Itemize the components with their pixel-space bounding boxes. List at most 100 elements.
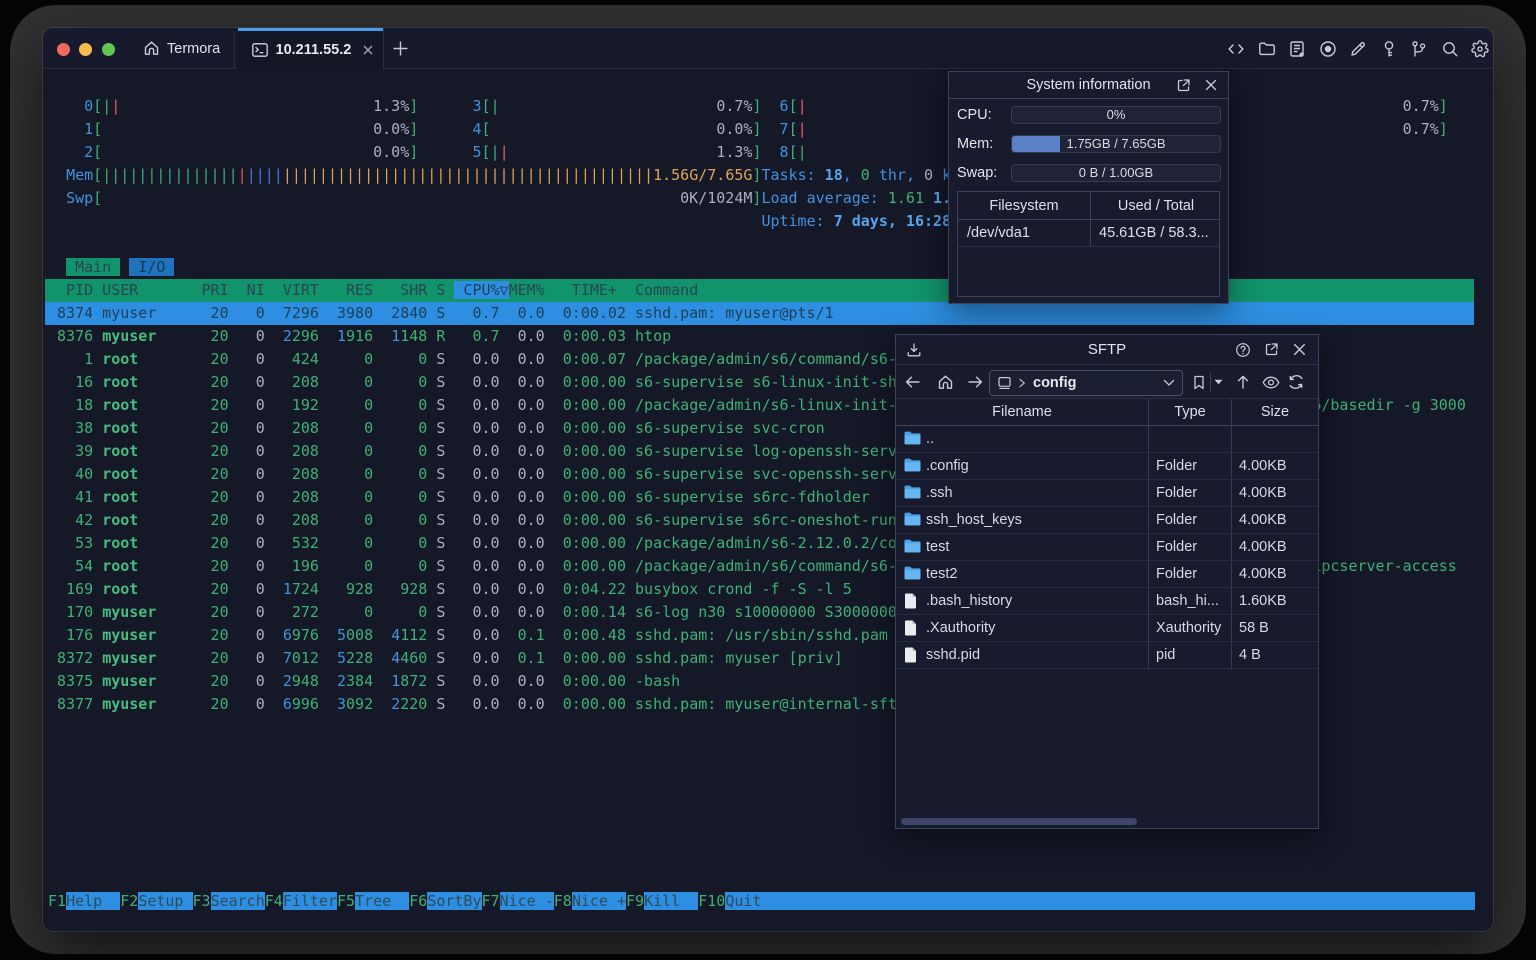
upload-icon[interactable] <box>1235 374 1251 390</box>
bookmark-dropdown-icon[interactable] <box>1214 379 1223 385</box>
show-hidden-icon[interactable] <box>1262 376 1280 389</box>
terminal-line: 8374 myuser 20 0 7296 3980 2840 S 0.7 0.… <box>45 302 1474 325</box>
log-icon[interactable] <box>1288 40 1306 58</box>
file-size: 58 B <box>1239 620 1269 636</box>
file-icon <box>904 593 917 614</box>
file-icon <box>904 647 917 668</box>
home-icon <box>144 41 159 55</box>
fs-used-total: 45.61GB / 58.3... <box>1099 225 1209 241</box>
home-icon[interactable] <box>937 374 954 391</box>
open-in-window-icon[interactable] <box>1176 78 1191 93</box>
file-name: sshd.pid <box>926 647 981 663</box>
file-row[interactable]: sshd.pid pid 4 B <box>896 642 1318 669</box>
help-icon[interactable] <box>1235 342 1251 358</box>
file-name: ssh_host_keys <box>926 512 1022 528</box>
terminal-line: 0[|| 1.3%] 3[| 0.7%] 6[| 0.7%] <box>66 97 1448 115</box>
folder-icon <box>904 512 921 531</box>
branch-icon[interactable] <box>1410 40 1428 58</box>
record-icon[interactable] <box>1319 40 1337 58</box>
meter-bar: 0% <box>1011 105 1221 124</box>
meter-bar: 0 B / 1.00GB <box>1011 163 1221 182</box>
tab-session[interactable]: 10.211.55.2 <box>237 28 384 69</box>
meter-value: 1.75GB / 7.65GB <box>1066 135 1166 151</box>
path-breadcrumb[interactable]: config <box>989 370 1183 396</box>
open-in-window-icon[interactable] <box>1264 342 1279 357</box>
file-row[interactable]: .config Folder 4.00KB <box>896 453 1318 480</box>
terminal-line: Uptime: 7 days, 16:28:32 <box>761 212 979 230</box>
file-type: Folder <box>1156 512 1198 528</box>
toolbar-separator <box>1209 372 1211 392</box>
terminal-line: Swp[ 0K/1024M]Load average: 1.61 1.06 0.… <box>66 189 1014 207</box>
back-icon[interactable] <box>904 374 921 390</box>
file-size: 1.60KB <box>1239 593 1287 609</box>
tab-separator <box>233 33 235 69</box>
file-name: .config <box>926 458 969 474</box>
chevron-right-icon <box>1019 378 1026 388</box>
horizontal-scrollbar[interactable] <box>901 818 1137 825</box>
file-row[interactable]: .ssh Folder 4.00KB <box>896 480 1318 507</box>
fs-col-filesystem: Filesystem <box>989 198 1059 214</box>
sftp-panel: SFTP config Filename Type Size .. .confi… <box>895 334 1319 829</box>
terminal-line: Main I/O <box>66 258 175 276</box>
chevron-down-icon[interactable] <box>1163 379 1175 387</box>
folder-icon[interactable] <box>1258 40 1276 58</box>
meter-value: 0 B / 1.00GB <box>1078 164 1154 180</box>
close-tab-icon[interactable] <box>362 44 374 56</box>
panel-title-icons <box>1176 78 1218 93</box>
file-type: Folder <box>1156 566 1198 582</box>
file-row[interactable]: test Folder 4.00KB <box>896 534 1318 561</box>
file-size: 4.00KB <box>1239 485 1287 501</box>
close-window-button[interactable] <box>56 42 70 56</box>
col-size[interactable]: Size <box>1232 399 1318 426</box>
close-panel-icon[interactable] <box>1292 342 1307 357</box>
bookmark-icon[interactable] <box>1192 375 1206 390</box>
settings-icon[interactable] <box>1471 39 1489 58</box>
file-row[interactable]: .Xauthority Xauthority 58 B <box>896 615 1318 642</box>
terminal-line: PID USER PRI NI VIRT RES SHR S CPU%▽MEM%… <box>45 279 1474 302</box>
edit-icon[interactable] <box>1349 40 1367 58</box>
minimize-window-button[interactable] <box>79 42 92 56</box>
search-icon[interactable] <box>1441 40 1459 58</box>
file-name: test2 <box>926 566 958 582</box>
key-icon[interactable] <box>1380 40 1398 58</box>
zoom-window-button[interactable] <box>101 42 115 56</box>
file-row[interactable]: .bash_history bash_hi... 1.60KB <box>896 588 1318 615</box>
meter-value: 0% <box>1106 106 1126 122</box>
sftp-file-table: Filename Type Size .. .config Folder 4.00KB… <box>896 399 1318 828</box>
file-type: Folder <box>1156 539 1198 555</box>
file-type: pid <box>1156 647 1176 663</box>
refresh-icon[interactable] <box>1288 374 1304 390</box>
folder-icon <box>904 566 921 585</box>
file-size: 4.00KB <box>1239 539 1287 555</box>
col-filename[interactable]: Filename <box>896 399 1148 426</box>
folder-icon <box>904 431 921 450</box>
terminal-icon <box>251 43 268 57</box>
home-tab-label: Termora <box>167 40 221 57</box>
fs-table-row[interactable]: /dev/vda1 45.61GB / 58.3... <box>958 220 1219 247</box>
file-name: .ssh <box>926 485 953 501</box>
meter-label: CPU: <box>957 106 992 123</box>
meter-label: Swap: <box>957 164 998 181</box>
file-row[interactable]: ssh_host_keys Folder 4.00KB <box>896 507 1318 534</box>
screen: Termora 10.211.55.2 0[|| 1.3%] 3[| 0.7%]… <box>0 0 1536 960</box>
tab-home[interactable]: Termora <box>143 28 220 69</box>
file-size: 4.00KB <box>1239 458 1287 474</box>
code-icon[interactable] <box>1227 40 1245 58</box>
new-tab-button[interactable] <box>392 40 409 57</box>
forward-icon[interactable] <box>967 374 984 390</box>
col-type[interactable]: Type <box>1149 399 1231 426</box>
path-segment[interactable]: config <box>1033 375 1077 391</box>
file-icon <box>904 620 917 641</box>
system-information-panel: System information CPU: 0% Mem: 1.75GB / 7.… <box>948 71 1229 304</box>
filesystem-table: Filesystem Used / Total /dev/vda1 45.61GB… <box>957 191 1220 297</box>
panel-title-icons <box>1235 342 1307 358</box>
file-name: .Xauthority <box>926 620 996 636</box>
file-row[interactable]: test2 Folder 4.00KB <box>896 561 1318 588</box>
close-panel-icon[interactable] <box>1204 78 1218 92</box>
htop-function-bar[interactable]: F1Help F2Setup F3SearchF4FilterF5Tree F6… <box>45 890 1475 913</box>
file-row[interactable]: .. <box>896 426 1318 453</box>
file-type: Folder <box>1156 458 1198 474</box>
terminal-line: 2[ 0.0%] 5[|| 1.3%] 8[| <box>66 143 807 161</box>
